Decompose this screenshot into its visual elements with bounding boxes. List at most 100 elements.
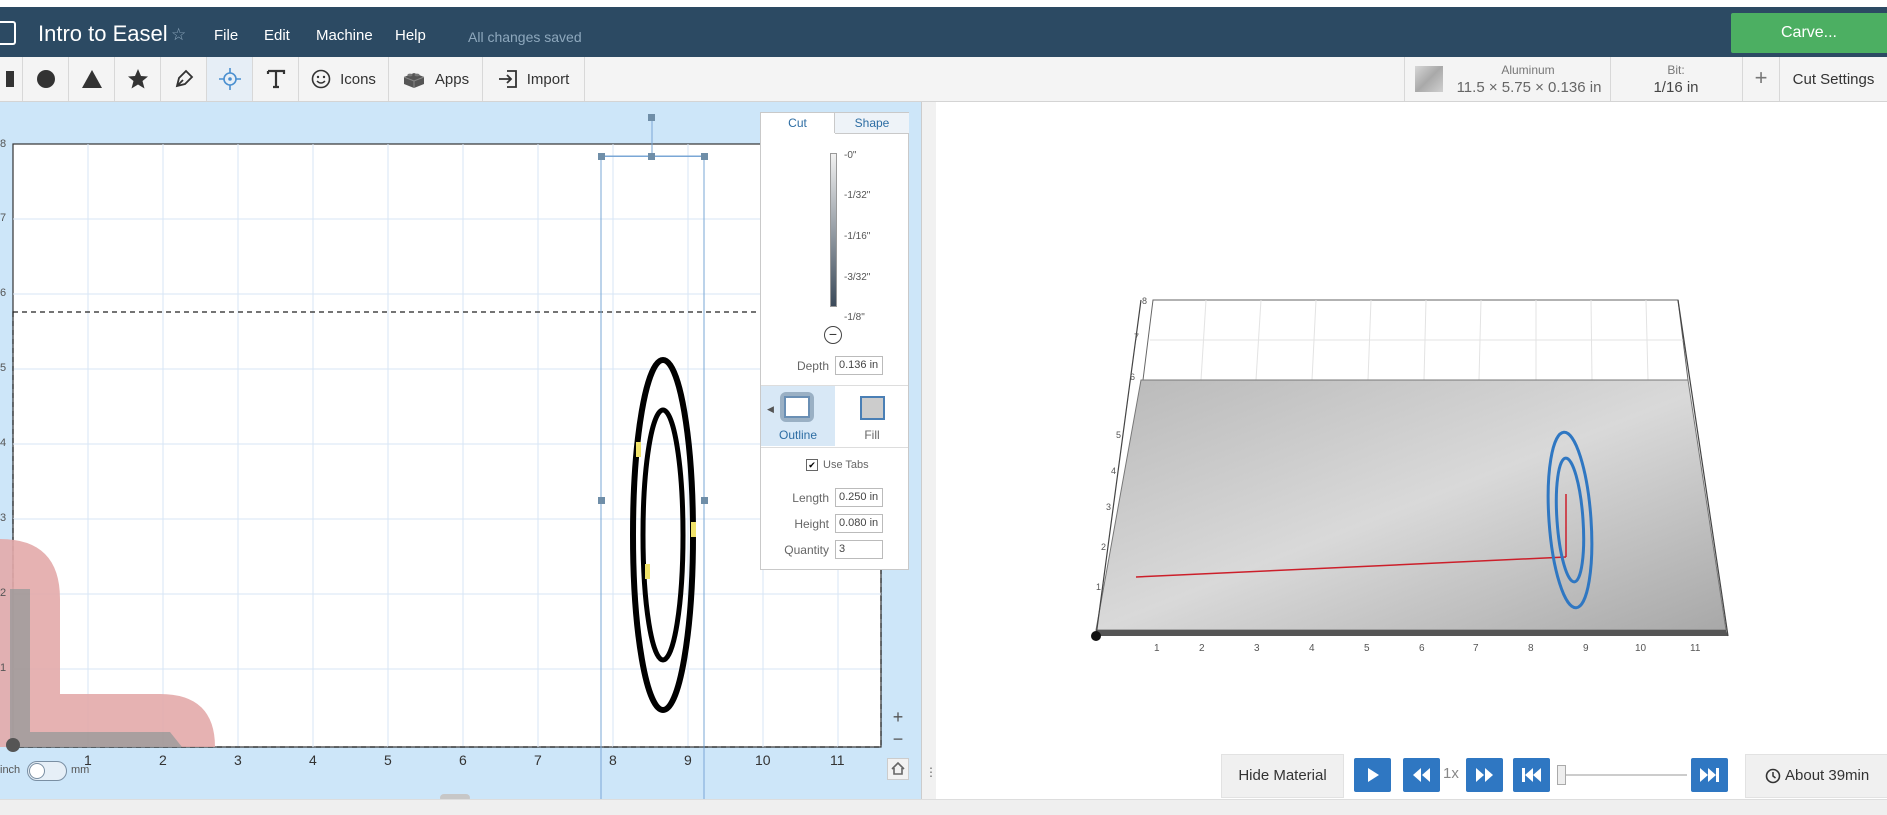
preview-origin	[1091, 631, 1101, 641]
preview-y-tick: 2	[1101, 542, 1107, 552]
unit-mm-label: mm	[71, 764, 90, 776]
bit-label: Bit:	[1667, 63, 1685, 77]
height-label: Height	[794, 517, 829, 531]
preview-x-tick: 7	[1473, 643, 1479, 654]
cut-settings-button[interactable]: Cut Settings	[1780, 71, 1887, 88]
progress-slider-handle[interactable]	[1557, 765, 1566, 785]
skip-to-start-button[interactable]	[1513, 758, 1550, 792]
estimated-time: About 39min	[1745, 754, 1887, 798]
fill-icon	[860, 396, 885, 420]
import-tool[interactable]: Import	[483, 57, 585, 101]
playback-speed[interactable]: 1x	[1443, 765, 1459, 782]
bit-value: 1/16 in	[1653, 79, 1699, 96]
y-tick: 7	[0, 212, 7, 224]
preview-x-tick: 5	[1364, 643, 1370, 654]
length-label: Length	[792, 491, 829, 505]
menu-file[interactable]: File	[214, 27, 238, 44]
quantity-input[interactable]: 3	[835, 540, 883, 559]
x-tick: 6	[459, 752, 467, 768]
pen-icon	[175, 69, 193, 88]
preview-y-tick: 4	[1111, 466, 1117, 476]
apps-label: Apps	[434, 70, 470, 88]
material-name: Aluminum	[1501, 63, 1555, 77]
circle-icon	[36, 70, 55, 88]
tab-cut[interactable]: Cut	[761, 113, 835, 133]
triangle-tool[interactable]	[69, 57, 115, 101]
point-tool[interactable]	[207, 57, 253, 101]
tab-shape[interactable]: Shape	[835, 113, 909, 134]
preview-x-tick: 8	[1528, 643, 1534, 654]
y-tick: 6	[0, 287, 7, 299]
skip-forward-icon	[1700, 768, 1719, 782]
add-bit-button[interactable]: +	[1743, 57, 1780, 101]
height-input[interactable]: 0.080 in	[835, 514, 883, 533]
step-forward-button[interactable]	[1466, 758, 1503, 792]
depth-mark: -0"	[844, 150, 857, 161]
carve-button[interactable]: Carve...	[1731, 13, 1887, 53]
menu-machine[interactable]: Machine	[316, 27, 373, 44]
material-swatch	[1415, 66, 1443, 92]
preview-x-tick: 11	[1690, 643, 1701, 654]
pen-tool[interactable]	[161, 57, 207, 101]
toolbar: Icons Apps Import Aluminum 11.5 × 5.75 ×…	[0, 57, 1887, 102]
material-selector[interactable]: Aluminum 11.5 × 5.75 × 0.136 in	[1404, 57, 1611, 101]
square-tool[interactable]	[0, 57, 23, 101]
depth-label: Depth	[796, 359, 829, 373]
hide-material-button[interactable]: Hide Material	[1221, 754, 1344, 798]
circle-tool[interactable]	[23, 57, 69, 101]
panel-splitter[interactable]: ⋮	[921, 102, 937, 799]
use-tabs-checkbox[interactable]: ✔	[806, 459, 818, 471]
star-icon	[127, 69, 148, 89]
menu-edit[interactable]: Edit	[264, 27, 290, 44]
triangle-icon	[81, 70, 102, 88]
depth-slider-handle[interactable]: −	[824, 326, 842, 344]
depth-mark: -1/16"	[844, 231, 871, 242]
apps-tool[interactable]: Apps	[389, 57, 483, 101]
zoom-controls: + −	[887, 706, 909, 752]
save-status: All changes saved	[468, 29, 582, 45]
divider	[761, 447, 908, 448]
quantity-label: Quantity	[784, 543, 829, 557]
fill-option[interactable]: Fill	[835, 386, 909, 446]
x-tick: 9	[684, 752, 692, 768]
favorite-star-icon[interactable]: ☆	[171, 25, 186, 45]
bit-selector[interactable]: Bit: 1/16 in	[1610, 57, 1743, 101]
status-strip	[0, 799, 1887, 815]
unit-toggle[interactable]	[27, 761, 67, 781]
outline-option[interactable]: ◀ Outline	[761, 386, 835, 446]
step-back-button[interactable]	[1403, 758, 1440, 792]
app-menu-icon[interactable]	[0, 21, 16, 45]
preview-x-tick: 1	[1154, 643, 1160, 654]
import-icon	[498, 70, 517, 88]
depth-input[interactable]: 0.136 in	[835, 356, 883, 375]
zoom-in-button[interactable]: +	[887, 706, 909, 728]
clock-icon	[1765, 768, 1781, 784]
x-tick: 5	[384, 752, 392, 768]
text-tool[interactable]	[253, 57, 299, 101]
menu-help[interactable]: Help	[395, 27, 426, 44]
import-label: Import	[526, 70, 570, 88]
play-button[interactable]	[1354, 758, 1391, 792]
depth-slider-track[interactable]	[830, 153, 837, 307]
preview-3d	[1091, 299, 1729, 641]
zoom-out-button[interactable]: −	[887, 728, 909, 750]
y-tick: 2	[0, 587, 7, 599]
home-view-button[interactable]	[887, 758, 909, 780]
progress-slider[interactable]	[1559, 774, 1687, 776]
project-title[interactable]: Intro to Easel	[38, 21, 168, 47]
square-icon	[6, 71, 14, 87]
length-input[interactable]: 0.250 in	[835, 488, 883, 507]
crosshair-icon	[218, 68, 241, 90]
preview-x-tick: 4	[1309, 643, 1315, 654]
origin-marker	[6, 738, 20, 752]
skip-to-end-button[interactable]	[1691, 758, 1728, 792]
app-header: Intro to Easel ☆ File Edit Machine Help …	[0, 7, 1887, 57]
preview-y-tick: 8	[1142, 296, 1148, 306]
outline-label: Outline	[778, 428, 818, 442]
x-tick: 11	[830, 752, 845, 768]
preview-panel[interactable]: 1 2 3 4 5 6 7 8 9 10 11 1 2 3 4 5 6 7 8	[936, 102, 1887, 799]
depth-mark: -3/32"	[844, 272, 871, 283]
preview-y-tick: 1	[1096, 582, 1102, 592]
star-tool[interactable]	[115, 57, 161, 101]
icons-tool[interactable]: Icons	[299, 57, 389, 101]
